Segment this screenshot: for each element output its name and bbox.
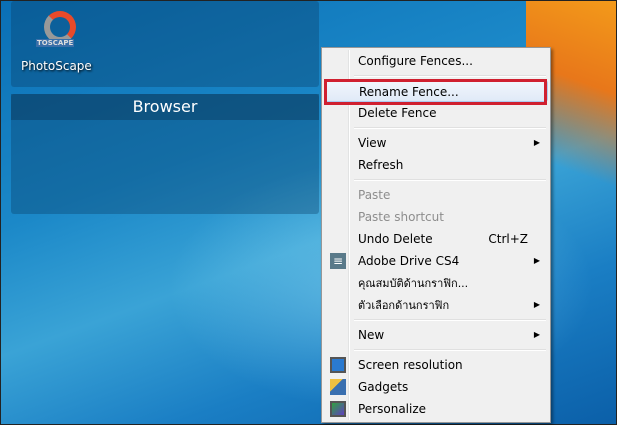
label: Rename Fence... <box>359 85 459 99</box>
label: Delete Fence <box>358 106 437 120</box>
label: ตัวเลือกด้านกราฟิก <box>358 299 450 312</box>
label: Adobe Drive CS4 <box>358 254 460 268</box>
menu-item-rename-fence[interactable]: Rename Fence... <box>324 79 548 105</box>
label: Configure Fences... <box>358 54 473 68</box>
menu-item-graphics-options[interactable]: ตัวเลือกด้านกราฟิก ▶ <box>324 294 548 316</box>
menu-item-screen-resolution[interactable]: Screen resolution <box>324 354 548 376</box>
gadgets-icon <box>330 379 346 395</box>
menu-item-paste-shortcut[interactable]: Paste shortcut <box>324 206 548 228</box>
label: Paste shortcut <box>358 210 444 224</box>
menu-item-personalize[interactable]: Personalize <box>324 398 548 420</box>
personalize-icon <box>330 401 346 417</box>
logo-text: TOSCAPE <box>36 39 75 47</box>
browser-fence[interactable]: Browser <box>11 94 319 214</box>
label: คุณสมบัติด้านกราฟิก... <box>358 277 469 290</box>
photoscape-desktop-icon[interactable]: TOSCAPE PhotoScape <box>21 9 92 73</box>
label: Paste <box>358 188 391 202</box>
menu-item-delete-fence[interactable]: Delete Fence <box>324 102 548 124</box>
label: Gadgets <box>358 380 409 394</box>
monitor-icon <box>330 357 346 373</box>
menu-item-graphics-properties[interactable]: คุณสมบัติด้านกราฟิก... <box>324 272 548 294</box>
fence-title[interactable]: Browser <box>11 94 319 120</box>
shortcut: Ctrl+Z <box>488 232 528 246</box>
menu-item-adobe-drive[interactable]: ≡ Adobe Drive CS4 ▶ <box>324 250 548 272</box>
label: Refresh <box>358 158 404 172</box>
photoscape-icon: TOSCAPE <box>34 9 78 53</box>
label: View <box>358 136 387 150</box>
adobe-drive-icon: ≡ <box>330 253 346 269</box>
menu-item-view[interactable]: View ▶ <box>324 132 548 154</box>
submenu-arrow-icon: ▶ <box>533 138 540 147</box>
separator <box>324 346 548 354</box>
menu-item-paste[interactable]: Paste <box>324 184 548 206</box>
separator <box>324 72 548 80</box>
menu-item-configure-fences[interactable]: Configure Fences... <box>324 50 548 72</box>
menu-item-new[interactable]: New ▶ <box>324 324 548 346</box>
label: Personalize <box>358 402 427 416</box>
submenu-arrow-icon: ▶ <box>533 256 540 265</box>
icon-label: PhotoScape <box>21 59 92 73</box>
separator <box>324 316 548 324</box>
label: New <box>358 328 385 342</box>
submenu-arrow-icon: ▶ <box>533 330 540 339</box>
menu-item-refresh[interactable]: Refresh <box>324 154 548 176</box>
separator <box>324 176 548 184</box>
submenu-arrow-icon: ▶ <box>533 300 540 309</box>
label: Screen resolution <box>358 358 463 372</box>
menu-item-gadgets[interactable]: Gadgets <box>324 376 548 398</box>
menu-item-undo-delete[interactable]: Undo Delete Ctrl+Z <box>324 228 548 250</box>
context-menu: Configure Fences... Rename Fence... Dele… <box>321 47 551 423</box>
separator <box>324 124 548 132</box>
label: Undo Delete <box>358 232 433 246</box>
